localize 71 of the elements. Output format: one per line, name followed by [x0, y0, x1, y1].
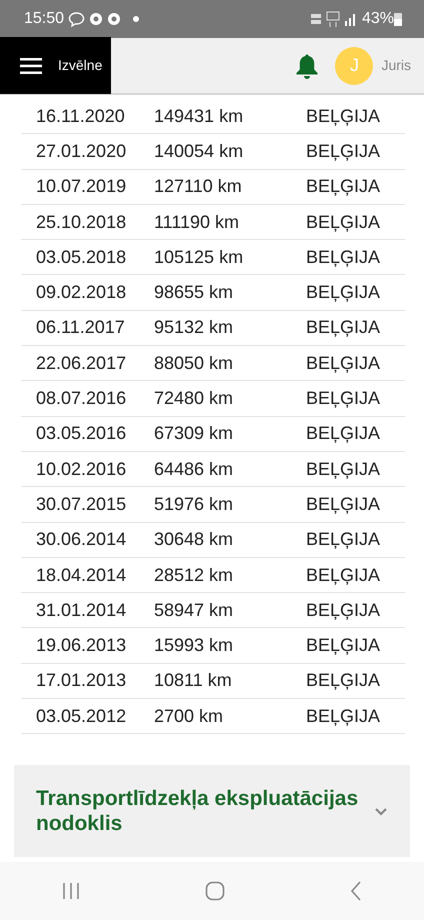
bell-icon[interactable]	[295, 52, 320, 78]
mileage-cell-text: 72480 km	[154, 387, 234, 410]
date-cell-text: 30.06.2014	[35, 528, 128, 552]
menu-button[interactable]: Izvēlne	[0, 37, 111, 94]
mileage-cell-text: 64486 km	[154, 458, 234, 481]
mileage-cell-text: 58947 km	[154, 598, 234, 622]
country-cell-text: BEĻĢIJA	[306, 704, 380, 728]
mileage-cell-text: 111190 km	[154, 210, 240, 234]
country-cell-text: BEĻĢIJA	[306, 387, 380, 410]
date-cell-text: 08.07.2016	[35, 387, 128, 410]
country-cell-text: BEĻĢIJA	[306, 528, 380, 552]
section-title: Transportlīdzekļa ekspluatācijas nodoklis	[36, 786, 360, 837]
mileage-cell-text: 105125 km	[154, 246, 244, 269]
mileage-cell-text: 140054 km	[154, 140, 244, 163]
country-cell-text: BEĻĢIJA	[306, 316, 380, 340]
back-icon[interactable]	[350, 881, 362, 901]
date-cell-text: 03.05.2018	[35, 246, 128, 269]
home-icon[interactable]	[204, 881, 225, 901]
date-cell-text: 06.11.2017	[35, 316, 126, 340]
country-cell-text: BEĻĢIJA	[306, 564, 380, 587]
date-cell-text: 30.07.2015	[35, 492, 128, 516]
signal-icon	[344, 12, 358, 26]
accordion-header[interactable]: Transportlīdzekļa ekspluatācijas nodoklis	[14, 765, 410, 858]
date-cell-text: 10.02.2016	[35, 458, 128, 481]
mileage-cell-text: 15993 km	[154, 634, 234, 658]
status-time: 15:50	[24, 9, 64, 29]
mileage-cell-text: 2700 km	[154, 704, 224, 728]
mileage-cell-text: 127110 km	[154, 175, 243, 198]
battery-percent: 43%	[362, 9, 394, 29]
date-cell-text: 18.04.2014	[35, 564, 128, 586]
user-name[interactable]: Juris	[381, 55, 411, 76]
chat-icon	[68, 10, 86, 28]
date-cell-text: 16.11.2020	[35, 104, 126, 128]
country-cell-text: BEĻĢIJA	[306, 352, 380, 375]
mileage-cell-text: 95132 km	[154, 316, 234, 340]
recent-apps-icon[interactable]	[62, 882, 80, 900]
country-cell-text: BEĻĢIJA	[306, 634, 380, 658]
mileage-cell-text: 51976 km	[154, 492, 234, 516]
country-cell-text: BEĻĢIJA	[306, 281, 380, 304]
dot-icon	[133, 16, 140, 22]
mileage-cell-text: 67309 km	[154, 422, 234, 446]
country-cell-text: BEĻĢIJA	[306, 669, 380, 692]
date-cell-text: 25.10.2018	[35, 210, 128, 234]
browser-icon	[107, 12, 122, 26]
mileage-cell-text: 88050 km	[154, 352, 234, 375]
mileage-cell-text: 149431 km	[154, 104, 244, 128]
country-cell-text: BEĻĢIJA	[306, 458, 380, 481]
date-cell-text: 10.07.2019	[35, 175, 128, 198]
mileage-cell-text: 10811 km	[154, 669, 233, 692]
country-cell-text: BEĻĢIJA	[306, 598, 380, 622]
country-cell-text: BEĻĢIJA	[306, 210, 380, 234]
mileage-cell-text: 30648 km	[154, 528, 234, 552]
mileage-cell-text: 98655 km	[154, 281, 234, 304]
browser-icon	[89, 12, 104, 26]
mileage-cell-text: 28512 km	[154, 564, 234, 586]
country-cell-text: BEĻĢIJA	[306, 246, 380, 269]
date-cell-text: 03.05.2016	[35, 422, 128, 446]
country-cell-text: BEĻĢIJA	[306, 492, 380, 516]
battery-icon	[394, 12, 402, 26]
date-cell-text: 22.06.2017	[35, 352, 128, 375]
date-cell-text: 31.01.2014	[35, 598, 128, 622]
country-cell-text: BEĻĢIJA	[306, 175, 380, 198]
date-cell-text: 27.01.2020	[35, 140, 128, 163]
date-cell-text: 03.05.2012	[35, 704, 128, 728]
country-cell-text: BEĻĢIJA	[306, 422, 380, 446]
date-cell-text: 09.02.2018	[35, 281, 128, 304]
menu-icon	[20, 58, 42, 74]
country-cell-text: BEĻĢIJA	[306, 140, 380, 163]
date-cell-text: 19.06.2013	[35, 634, 128, 658]
country-cell-text: BEĻĢIJA	[306, 104, 380, 128]
date-cell-text: 17.01.2013	[35, 669, 128, 692]
